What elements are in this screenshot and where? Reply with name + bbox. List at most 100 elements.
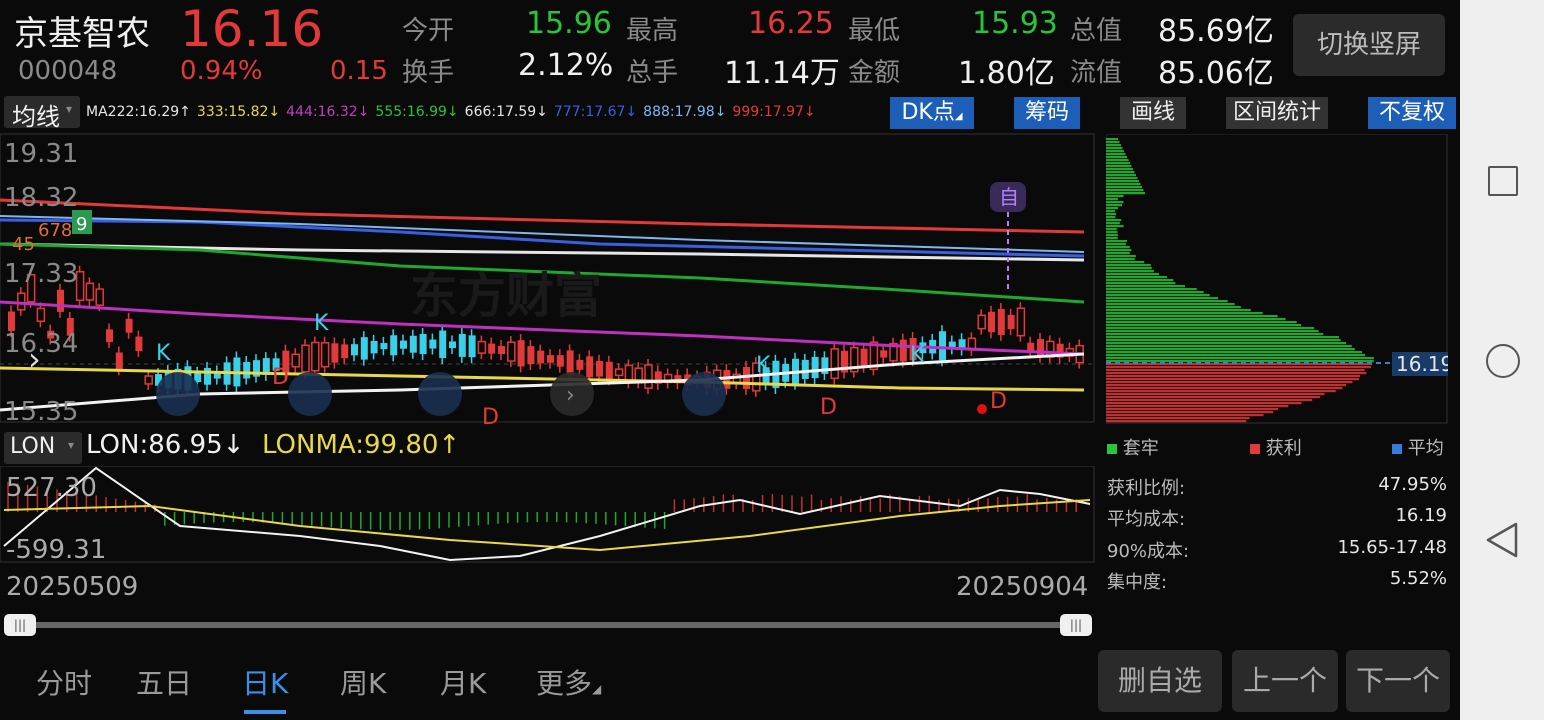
expand-left-icon[interactable]: ›	[28, 340, 41, 378]
k-marker: K	[156, 341, 171, 366]
tab-weekly-k[interactable]: 周K	[340, 662, 386, 702]
kline-chart[interactable]: 19.31 18.32 17.33 16.34 15.35 东方财富 9 45 …	[0, 132, 1096, 424]
ma-value-item: MA222:16.29↑	[86, 104, 191, 120]
chip-bar	[1106, 339, 1341, 342]
chip-bar	[1106, 285, 1186, 288]
previous-stock-button[interactable]: 上一个	[1232, 650, 1338, 712]
stat-value-total-value: 85.69亿	[1158, 14, 1274, 49]
chip-bar	[1106, 240, 1128, 243]
candle-body	[36, 307, 46, 323]
candle-body	[331, 343, 339, 363]
switch-portrait-button[interactable]: 切换竖屏	[1293, 14, 1445, 76]
remove-watchlist-button[interactable]: 删自选	[1098, 650, 1222, 712]
chip-bar	[1106, 261, 1145, 264]
candle-body	[939, 331, 946, 361]
chip-bar	[1106, 147, 1123, 150]
chip-button[interactable]: 筹码	[1014, 97, 1080, 129]
chip-bar	[1106, 159, 1129, 162]
chip-bar	[1106, 222, 1120, 225]
adjust-button[interactable]: 不复权	[1368, 97, 1456, 129]
candle-body	[301, 344, 310, 373]
stock-app: 京基智农 16.16 000048 0.94% 0.15 今开 15.96 最高…	[0, 0, 1460, 720]
range-stats-button[interactable]: 区间统计	[1226, 97, 1328, 129]
candle-body	[527, 346, 535, 365]
chip-row-value: 47.95%	[1378, 474, 1447, 495]
tab-intraday[interactable]: 分时	[36, 662, 92, 702]
chevron-down-icon: ▾	[66, 102, 73, 116]
chip-bar	[1106, 180, 1139, 183]
candle-body	[977, 314, 986, 330]
scroll-handle-right[interactable]: |||	[1060, 614, 1092, 636]
chip-bar	[1106, 324, 1302, 327]
chip-row-90-cost: 90%成本: 15.65-17.48	[1107, 537, 1447, 563]
candle-body	[380, 343, 388, 350]
chip-row-value: 5.52%	[1389, 568, 1447, 589]
chip-bar	[1106, 276, 1168, 279]
ma-value-item: 555:16.99↓	[375, 104, 459, 120]
ma-selector-label: 均线	[12, 103, 60, 131]
candle-body	[566, 350, 574, 376]
chip-bar	[1106, 372, 1367, 375]
candle-body	[106, 329, 113, 343]
y-label: 19.31	[4, 139, 78, 169]
signal-dot	[977, 404, 987, 414]
home-icon[interactable]	[1486, 344, 1520, 378]
chip-bar	[1106, 192, 1145, 195]
candle-body	[811, 356, 819, 379]
count-marker: 45	[12, 234, 35, 255]
chip-bar	[1106, 333, 1324, 336]
candle-body	[135, 336, 143, 352]
draw-line-button[interactable]: 画线	[1120, 97, 1186, 129]
candle-body	[419, 333, 427, 355]
ma-value-item: 777:17.67↓	[553, 104, 638, 120]
chip-bar	[1106, 267, 1152, 270]
candle-body	[507, 341, 516, 362]
stat-value-amount: 1.80亿	[958, 56, 1055, 91]
time-range-scrollbar[interactable]	[4, 622, 1092, 628]
chip-bar	[1106, 297, 1219, 300]
back-icon[interactable]	[1484, 520, 1520, 560]
chip-bar	[1106, 303, 1235, 306]
candle-body	[988, 311, 995, 333]
lon-indicator-chart[interactable]: 527.30 -599.31	[0, 466, 1096, 564]
stat-label-total-value: 总值	[1070, 16, 1123, 46]
dk-point-button[interactable]: DK点◢	[890, 97, 974, 129]
nine-marker-label: 9	[76, 214, 87, 235]
indicator-selector-label: LON	[10, 434, 56, 459]
chip-bar	[1106, 402, 1302, 405]
active-tab-indicator	[244, 710, 286, 714]
chip-bar	[1106, 384, 1347, 387]
chip-bar	[1106, 294, 1210, 297]
d-marker: D	[990, 389, 1007, 414]
chip-bar	[1106, 156, 1127, 159]
chip-bar	[1106, 189, 1144, 192]
tab-more[interactable]: 更多◢	[536, 662, 601, 702]
tab-daily-k[interactable]: 日K	[242, 662, 288, 702]
chip-bar	[1106, 396, 1321, 399]
candle-body	[1007, 314, 1015, 330]
chip-bar	[1106, 216, 1116, 219]
chip-bar	[1106, 345, 1352, 348]
candle-body	[830, 348, 839, 380]
indicator-selector[interactable]: LON ▾	[4, 432, 82, 464]
chip-bar	[1106, 246, 1130, 249]
chip-bar	[1106, 138, 1118, 141]
candle-body	[468, 335, 476, 358]
chip-bar	[1106, 177, 1138, 180]
stat-label-amount: 金额	[848, 58, 901, 88]
scroll-handle-left[interactable]: |||	[4, 614, 36, 636]
stat-value-high: 16.25	[748, 6, 834, 41]
next-stock-button[interactable]: 下一个	[1346, 650, 1450, 712]
recents-icon[interactable]	[1488, 166, 1518, 196]
chip-bar	[1106, 183, 1141, 186]
candle-body	[899, 339, 907, 362]
ma-selector[interactable]: 均线 ▾	[4, 96, 80, 131]
chip-row-label: 获利比例:	[1107, 478, 1186, 499]
chip-legend-avg-label: 平均	[1407, 438, 1444, 459]
change-value: 0.15	[330, 56, 388, 86]
candle-body	[458, 333, 466, 357]
candle-body	[576, 359, 584, 370]
tab-more-label: 更多	[536, 667, 593, 700]
tab-monthly-k[interactable]: 月K	[440, 662, 486, 702]
tab-five-day[interactable]: 五日	[136, 662, 192, 702]
